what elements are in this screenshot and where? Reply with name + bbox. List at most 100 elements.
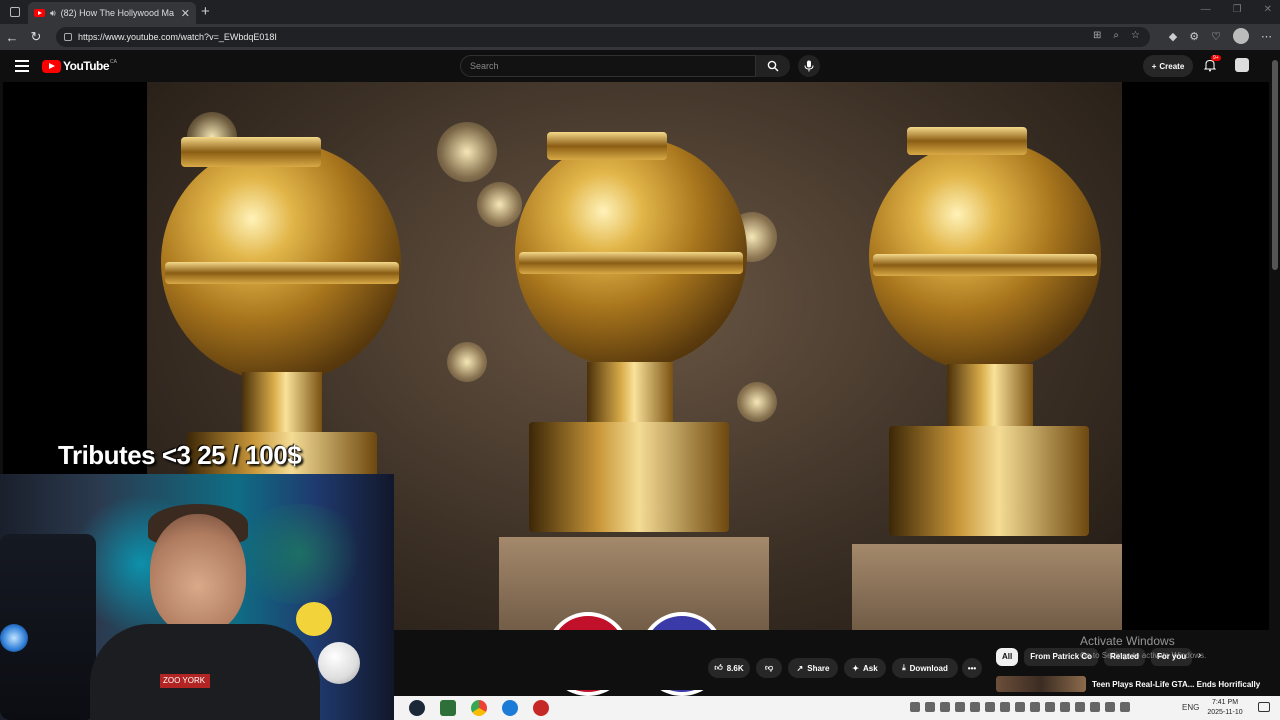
ask-label: Ask <box>863 663 878 673</box>
bokeh-light <box>477 182 522 227</box>
browser-tab-strip: 🔊︎ (82) How The Hollywood Ma ✕ + — ❐ ✕ <box>0 0 1280 24</box>
tray-icon[interactable] <box>1060 702 1070 712</box>
tray-icon[interactable] <box>1105 702 1115 712</box>
led-light <box>0 624 28 652</box>
create-label: Create <box>1159 61 1185 71</box>
tray-icon[interactable] <box>985 702 995 712</box>
new-tab-button[interactable]: + <box>201 3 210 20</box>
clock-date: 2025-11-10 <box>1207 709 1243 716</box>
maximize-button[interactable]: ❐ <box>1233 4 1242 15</box>
screen: 🔊︎ (82) How The Hollywood Ma ✕ + — ❐ ✕ ←… <box>0 0 1280 720</box>
guide-menu-icon[interactable] <box>15 60 29 75</box>
youtube-header: YouTube CA Search + Create 9+ <box>0 50 1280 82</box>
settings-more-icon[interactable]: ⋯ <box>1261 30 1272 43</box>
more-actions-button[interactable]: ••• <box>962 658 982 678</box>
app-icon[interactable] <box>533 700 549 716</box>
related-video-item[interactable]: Teen Plays Real-Life GTA... Ends Horrifi… <box>996 676 1276 692</box>
download-label: Download <box>909 663 948 673</box>
system-tray <box>910 702 1130 712</box>
tray-icon[interactable] <box>1015 702 1025 712</box>
profile-avatar[interactable] <box>1233 28 1249 44</box>
extension-icons: ◆ ⚙ ♡ ⋯ <box>1169 28 1272 44</box>
hoodie-logo: ZOO YORK <box>160 674 210 688</box>
activate-windows-watermark: Activate Windows <box>1080 634 1175 648</box>
streamer-hoodie <box>90 624 320 720</box>
youtube-wordmark: YouTube <box>63 59 110 73</box>
tray-icon[interactable] <box>1030 702 1040 712</box>
thumbs-down-icon: 👎︎ <box>764 663 774 672</box>
reload-button[interactable]: ↻ <box>24 29 48 45</box>
search-icon <box>767 60 779 72</box>
tray-icon[interactable] <box>910 702 920 712</box>
tray-icon[interactable] <box>955 702 965 712</box>
create-button[interactable]: + Create <box>1143 55 1193 77</box>
tributes-overlay: Tributes <3 25 / 100$ <box>58 440 302 470</box>
notification-center-icon[interactable] <box>1258 702 1270 712</box>
chip-all[interactable]: All <box>996 648 1019 666</box>
taskbar-clock[interactable]: 7:41 PM 2025-11-10 <box>1204 698 1246 718</box>
extensions-puzzle-icon[interactable]: ⚙ <box>1189 30 1199 43</box>
clock-time: 7:41 PM <box>1211 699 1239 706</box>
bokeh-light <box>737 382 777 422</box>
microphone-icon <box>804 60 814 72</box>
minimize-button[interactable]: — <box>1201 4 1211 15</box>
browser-toolbar: ← ↻ https://www.youtube.com/watch?v=_EWb… <box>0 24 1280 50</box>
activate-windows-subtext: Go to Settings to activate Windows. <box>1080 651 1207 660</box>
pikachu-plush <box>296 602 332 636</box>
page-scrollbar[interactable] <box>1270 50 1280 690</box>
close-window-button[interactable]: ✕ <box>1264 4 1272 15</box>
notifications-button[interactable]: 9+ <box>1203 55 1221 72</box>
chrome-icon[interactable] <box>471 700 487 716</box>
share-button[interactable]: ↗ Share <box>788 658 838 678</box>
ask-button[interactable]: ✦ Ask <box>844 658 886 678</box>
share-label: Share <box>807 663 830 673</box>
steam-icon[interactable] <box>409 700 425 716</box>
dislike-button[interactable]: 👎︎ <box>756 658 782 678</box>
download-icon: ⤓ <box>902 663 906 672</box>
favorite-star-icon[interactable]: ☆ <box>1131 30 1140 41</box>
app-available-icon[interactable]: ⊞ <box>1093 30 1101 41</box>
download-button[interactable]: ⤓ Download <box>892 658 958 678</box>
tray-icon[interactable] <box>940 702 950 712</box>
app-icon[interactable] <box>440 700 456 716</box>
plus-icon: + <box>1151 61 1157 71</box>
youtube-logo[interactable]: YouTube CA <box>42 59 117 73</box>
back-button[interactable]: ← <box>0 30 24 45</box>
browser-tab-youtube[interactable]: 🔊︎ (82) How The Hollywood Ma ✕ <box>28 2 196 24</box>
account-avatar[interactable] <box>1235 58 1249 72</box>
address-bar-icons: ⊞ ⌕ ☆ <box>1093 30 1140 41</box>
tray-icon[interactable] <box>925 702 935 712</box>
window-controls: — ❐ ✕ <box>1201 4 1272 15</box>
speaker-icon[interactable]: 🔊︎ <box>50 8 56 19</box>
address-bar[interactable]: https://www.youtube.com/watch?v=_EWbdqE0… <box>56 27 1150 47</box>
youtube-favicon-icon <box>34 9 45 17</box>
language-indicator[interactable]: ENG <box>1182 703 1199 712</box>
video-thumbnail[interactable] <box>996 676 1086 692</box>
voice-search-button[interactable] <box>798 55 820 77</box>
tray-icon[interactable] <box>1045 702 1055 712</box>
zoom-icon[interactable]: ⌕ <box>1113 30 1119 41</box>
tab-actions-icon[interactable] <box>4 1 26 23</box>
edge-icon[interactable] <box>502 700 518 716</box>
youtube-play-icon <box>42 59 61 73</box>
tab-close-icon[interactable]: ✕ <box>181 7 190 20</box>
url-text: https://www.youtube.com/watch?v=_EWbdqE0… <box>78 32 277 42</box>
search-input[interactable]: Search <box>460 55 756 77</box>
tray-icon[interactable] <box>1000 702 1010 712</box>
tray-icon[interactable] <box>970 702 980 712</box>
like-button[interactable]: 👍︎ 8.6K <box>708 658 750 678</box>
tray-icon[interactable] <box>1120 702 1130 712</box>
related-video-title[interactable]: Teen Plays Real-Life GTA... Ends Horrifi… <box>1092 680 1260 689</box>
browser-essentials-icon[interactable]: ♡ <box>1211 30 1221 43</box>
tab-title: (82) How The Hollywood Ma <box>60 8 175 18</box>
streamer-face <box>150 514 246 634</box>
extension-icon[interactable]: ◆ <box>1169 30 1177 43</box>
windows-taskbar: ENG 7:41 PM 2025-11-10 <box>394 696 1280 720</box>
search-button[interactable] <box>756 55 790 77</box>
site-info-icon[interactable] <box>64 33 72 41</box>
tray-icon[interactable] <box>1075 702 1085 712</box>
tray-icon[interactable] <box>1090 702 1100 712</box>
sparkle-icon: ✦ <box>852 663 859 673</box>
streamer-webcam: ZOO YORK <box>0 474 394 720</box>
like-count: 8.6K <box>726 663 744 673</box>
